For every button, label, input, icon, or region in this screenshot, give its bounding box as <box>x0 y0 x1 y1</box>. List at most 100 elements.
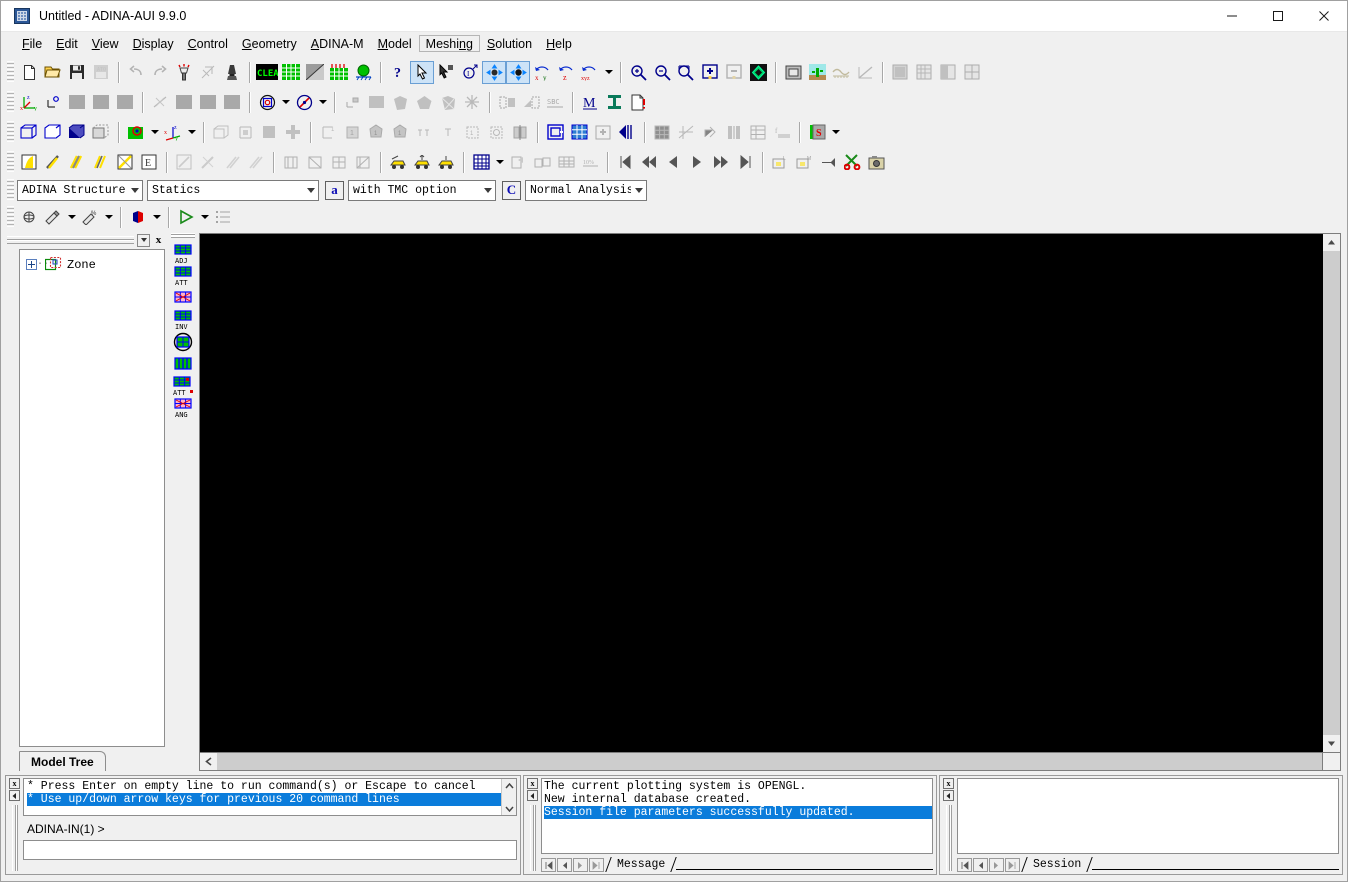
history-scroll-down[interactable] <box>502 802 516 815</box>
load-car-icon[interactable] <box>386 151 410 174</box>
analysis-type-select[interactable]: Statics <box>147 179 319 201</box>
scissors-icon[interactable] <box>840 151 864 174</box>
group-g-icon[interactable] <box>543 121 567 144</box>
doc-alert-icon[interactable] <box>626 91 650 114</box>
pane-drag-rail[interactable] <box>945 805 952 871</box>
save-disk-icon[interactable] <box>65 61 89 84</box>
close-button[interactable] <box>1301 1 1347 32</box>
table-blue-icon[interactable] <box>469 151 493 174</box>
message-close-button[interactable]: x <box>527 778 538 789</box>
menu-solution[interactable]: Solution <box>480 35 539 53</box>
analysis-mode-select[interactable]: Normal Analysis <box>525 179 647 201</box>
menu-display[interactable]: Display <box>126 35 181 53</box>
move-xyz-icon[interactable] <box>482 60 506 84</box>
command-input[interactable] <box>23 840 517 860</box>
nav-first-icon[interactable] <box>957 858 972 872</box>
mesh-load-icon[interactable] <box>327 61 351 84</box>
open-folder-icon[interactable] <box>41 61 65 84</box>
query-icon[interactable]: I <box>458 61 482 84</box>
history-scroll-up[interactable] <box>502 779 516 792</box>
cut-icon[interactable] <box>113 151 137 174</box>
toolbar-grip[interactable] <box>7 121 14 143</box>
panel-dropdown-button[interactable] <box>137 233 150 247</box>
tree-node-zone[interactable]: ·· Zone <box>20 250 164 272</box>
plus-expander[interactable] <box>26 259 37 270</box>
model-tree-panel[interactable]: ·· Zone <box>19 249 165 747</box>
toolbar-grip[interactable] <box>7 179 14 201</box>
mesh-green-icon[interactable] <box>279 61 303 84</box>
sphere-dropdown-caret[interactable] <box>279 91 292 114</box>
regenerate-icon[interactable] <box>172 61 196 84</box>
scroll-left-arrow[interactable] <box>200 753 217 770</box>
tab-message[interactable]: Message <box>608 857 668 872</box>
save-s-dropdown-caret[interactable] <box>829 121 842 144</box>
table-dropdown-caret[interactable] <box>493 151 506 174</box>
tmc-option-select[interactable]: with TMC option <box>348 179 496 201</box>
support-green-icon[interactable] <box>351 61 375 84</box>
lamp-icon[interactable] <box>220 61 244 84</box>
nav-next-icon[interactable] <box>573 858 588 872</box>
pick-arrow-icon[interactable] <box>410 60 434 84</box>
data-file-run-icon[interactable] <box>17 206 41 229</box>
pane-drag-rail[interactable] <box>529 805 536 871</box>
menu-meshing[interactable]: Meshing <box>418 34 480 53</box>
solid-cube-icon[interactable] <box>65 121 89 144</box>
toolbar-grip[interactable] <box>7 151 14 173</box>
pin-icon[interactable] <box>816 151 840 174</box>
mesh-cols-icon[interactable] <box>169 353 197 375</box>
mesh-inv-icon[interactable]: INV <box>169 309 197 331</box>
material-m-icon[interactable]: M <box>578 91 602 114</box>
prev-frame-icon[interactable] <box>661 151 685 174</box>
last-frame-icon[interactable] <box>733 151 757 174</box>
outline-cube-icon[interactable] <box>41 121 65 144</box>
program-select[interactable]: ADINA Structure <box>17 179 143 201</box>
compass-dropdown-caret[interactable] <box>316 91 329 114</box>
save-s-icon[interactable]: S <box>805 121 829 144</box>
load-car3-icon[interactable] <box>434 151 458 174</box>
axes-dropdown-caret[interactable] <box>185 121 198 144</box>
run-post-icon[interactable]: % <box>78 206 102 229</box>
mesh-circle-icon[interactable] <box>169 331 197 353</box>
flip-icon[interactable] <box>615 121 639 144</box>
section-i-icon[interactable] <box>602 91 626 114</box>
rotate-dropdown-caret[interactable] <box>602 61 615 84</box>
control-button[interactable]: C <box>502 180 521 200</box>
menu-model[interactable]: Model <box>371 35 419 53</box>
next-fast-icon[interactable] <box>709 151 733 174</box>
vscroll-thumb[interactable] <box>1323 251 1340 735</box>
green-plane-icon[interactable] <box>124 121 148 144</box>
mesh-band-icon[interactable] <box>65 151 89 174</box>
rotate-xy-icon[interactable]: xy <box>530 61 554 84</box>
pick-node-icon[interactable] <box>434 61 458 84</box>
pane-drag-rail[interactable] <box>11 805 18 871</box>
menu-file[interactable]: File <box>15 35 49 53</box>
coord-system-icon[interactable]: zy x <box>17 91 41 114</box>
scroll-down-arrow[interactable] <box>1323 735 1340 752</box>
elem-e-icon[interactable]: E <box>137 151 161 174</box>
minimize-button[interactable] <box>1209 1 1255 32</box>
nav-prev-icon[interactable] <box>973 858 988 872</box>
menu-control[interactable]: Control <box>181 35 235 53</box>
open-porthole-icon[interactable] <box>126 206 150 229</box>
menu-view[interactable]: View <box>85 35 126 53</box>
open-porthole-dropdown-caret[interactable] <box>150 206 163 229</box>
mesh-adj-icon[interactable]: ADJ <box>169 243 197 265</box>
camera-icon[interactable] <box>864 151 888 174</box>
load-car2-icon[interactable] <box>410 151 434 174</box>
clear-text-icon[interactable]: CLEAR <box>255 61 279 84</box>
session-list[interactable] <box>957 778 1339 854</box>
menu-edit[interactable]: Edit <box>49 35 85 53</box>
green-plane-dropdown-caret[interactable] <box>148 121 161 144</box>
viewport-horizontal-scrollbar[interactable] <box>199 753 1323 771</box>
mesh-colors-icon[interactable] <box>746 61 770 84</box>
hscroll-thumb[interactable] <box>217 753 1322 770</box>
session-close-button[interactable]: x <box>943 778 954 789</box>
command-history[interactable]: * Press Enter on empty line to run comma… <box>23 778 517 816</box>
first-frame-icon[interactable] <box>613 151 637 174</box>
wireframe-cube-icon[interactable] <box>17 121 41 144</box>
scroll-up-arrow[interactable] <box>1323 234 1340 251</box>
panel-drag-bar[interactable] <box>7 236 134 244</box>
frame-icon[interactable] <box>781 61 805 84</box>
maximize-button[interactable] <box>1255 1 1301 32</box>
run-adina-dropdown-caret[interactable] <box>65 206 78 229</box>
